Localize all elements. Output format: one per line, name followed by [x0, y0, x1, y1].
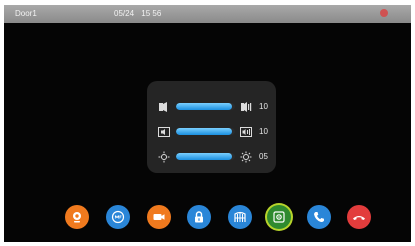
record-indicator-icon	[380, 9, 388, 17]
brightness-high-icon[interactable]	[240, 151, 252, 163]
hangup-icon	[353, 216, 365, 220]
brightness-slider[interactable]	[176, 153, 235, 160]
speaker-value: 10	[259, 127, 268, 136]
volume-row: 10	[147, 98, 276, 116]
record-button[interactable]	[147, 205, 171, 229]
bottom-toolbar	[4, 205, 411, 235]
volume-slider-fill	[176, 103, 233, 110]
phone-icon	[314, 212, 324, 223]
brightness-row: 05	[147, 148, 276, 166]
brightness-slider-fill	[176, 153, 233, 160]
status-bar: Door1 05/24 15 56	[4, 5, 411, 23]
volume-down-icon[interactable]	[158, 101, 170, 113]
speaker-slider[interactable]	[176, 128, 235, 135]
brightness-value: 05	[259, 152, 268, 161]
volume-up-icon[interactable]	[240, 101, 252, 113]
speaker-slider-fill	[176, 128, 233, 135]
date-label: 05/24	[114, 9, 135, 18]
volume-value: 10	[259, 102, 268, 111]
volume-slider[interactable]	[176, 103, 235, 110]
video-camera-icon	[153, 214, 165, 220]
speaker-row: 10	[147, 123, 276, 141]
mute-button[interactable]	[106, 205, 130, 229]
settings-button[interactable]	[267, 205, 291, 229]
webcam-icon	[73, 212, 81, 223]
gate-button[interactable]	[228, 205, 252, 229]
time-label: 15 56	[141, 9, 162, 18]
speaker-low-icon[interactable]	[158, 126, 170, 138]
answer-button[interactable]	[307, 205, 331, 229]
gate-icon	[234, 211, 246, 222]
settings-icon	[273, 211, 285, 223]
intercom-screen: Door1 05/24 15 56 10 10 05	[4, 5, 411, 242]
unlock-button[interactable]	[187, 205, 211, 229]
mute-icon	[111, 210, 125, 224]
brightness-low-icon[interactable]	[158, 151, 170, 163]
monitor-camera-button[interactable]	[65, 205, 89, 229]
adjustment-panel: 10 10 05	[147, 81, 276, 173]
speaker-high-icon[interactable]	[240, 126, 252, 138]
door-label: Door1	[15, 9, 37, 18]
hangup-button[interactable]	[347, 205, 371, 229]
clock: 05/24 15 56	[114, 9, 161, 18]
unlock-icon	[195, 211, 203, 223]
